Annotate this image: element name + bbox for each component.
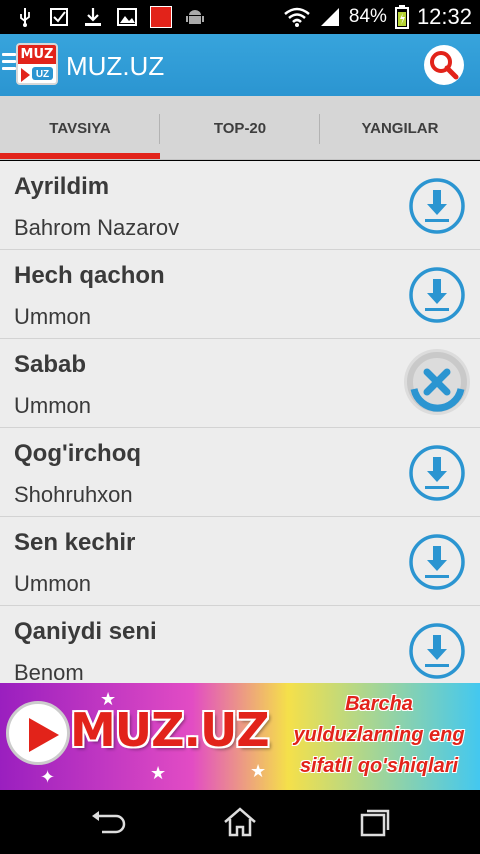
usb-icon xyxy=(20,8,30,27)
list-item[interactable]: Hech qachon Ummon xyxy=(0,250,480,339)
download-icon xyxy=(85,8,101,26)
search-button[interactable] xyxy=(424,45,464,85)
star-icon: ★ xyxy=(150,763,167,783)
list-item[interactable]: Qaniydi seni Benom xyxy=(0,606,480,683)
play-icon xyxy=(21,68,30,82)
app-title: MUZ.UZ xyxy=(66,51,165,81)
logo-bottom-text: UZ xyxy=(32,67,53,80)
star-icon: ✦ xyxy=(40,767,56,787)
list-item[interactable]: Qog'irchoq Shohruhxon xyxy=(0,428,480,517)
cancel-download-button[interactable] xyxy=(404,349,470,415)
download-icon[interactable] xyxy=(408,266,466,324)
song-artist: Bahrom Nazarov xyxy=(14,215,180,240)
list-item[interactable]: Sen kechir Ummon xyxy=(0,517,480,606)
song-title: Hech qachon xyxy=(14,262,165,289)
tab-top-20[interactable]: TOP-20 xyxy=(160,96,320,160)
banner-line-2: yulduzlarning eng xyxy=(293,724,465,746)
recents-icon[interactable] xyxy=(354,806,394,838)
song-artist: Benom xyxy=(14,660,84,683)
download-icon[interactable] xyxy=(408,622,466,680)
app-header: MUZ UZ MUZ.UZ xyxy=(0,34,480,96)
navigation-bar xyxy=(0,790,480,854)
search-icon xyxy=(430,51,459,80)
song-title: Ayrildim xyxy=(14,173,110,200)
wifi-icon xyxy=(284,7,310,27)
clock: 12:32 xyxy=(416,4,472,29)
song-artist: Ummon xyxy=(14,571,92,596)
list-item[interactable]: Sabab Ummon xyxy=(0,339,480,428)
play-icon xyxy=(6,701,70,765)
hamburger-icon[interactable] xyxy=(2,53,16,74)
download-icon[interactable] xyxy=(408,533,466,591)
banner-line-3: sifatli qo'shiqlari xyxy=(299,755,459,777)
download-icon[interactable] xyxy=(408,444,466,502)
muz-app-icon xyxy=(150,6,172,28)
back-icon[interactable] xyxy=(88,806,128,838)
star-icon: ★ xyxy=(250,761,267,781)
android-icon xyxy=(186,10,204,24)
ad-banner[interactable]: ★ ★ ★ ✦ MUZ.UZ Barcha yulduzlarning eng … xyxy=(0,683,480,790)
song-title: Qog'irchoq xyxy=(14,440,142,467)
banner-logo: MUZ.UZ xyxy=(70,703,270,757)
song-title: Sen kechir xyxy=(14,529,136,556)
tab-yangilar[interactable]: YANGILAR xyxy=(320,96,480,160)
download-progress-cancel-icon xyxy=(407,352,467,412)
tab-tavsiya[interactable]: TAVSIYA xyxy=(0,96,160,160)
active-tab-indicator xyxy=(0,153,160,159)
logo-top-text: MUZ xyxy=(18,45,56,64)
home-icon[interactable] xyxy=(220,806,260,838)
app-logo[interactable]: MUZ UZ xyxy=(16,43,58,85)
tab-bar: TAVSIYA TOP-20 YANGILAR xyxy=(0,96,480,160)
song-list[interactable]: Ayrildim Bahrom Nazarov Hech qachon Ummo… xyxy=(0,161,480,683)
banner-slogan: Barcha yulduzlarning eng sifatli qo'shiq… xyxy=(284,689,474,782)
status-bar: 84% 12:32 xyxy=(0,0,480,34)
image-icon xyxy=(117,8,137,26)
song-artist: Ummon xyxy=(14,393,92,418)
checkbox-icon xyxy=(50,8,68,26)
battery-icon xyxy=(394,5,409,29)
list-item[interactable]: Ayrildim Bahrom Nazarov xyxy=(0,161,480,250)
song-title: Qaniydi seni xyxy=(14,618,157,645)
banner-line-1: Barcha xyxy=(345,693,413,715)
song-title: Sabab xyxy=(14,351,87,378)
signal-icon xyxy=(320,8,339,26)
download-icon[interactable] xyxy=(408,177,466,235)
battery-percent: 84% xyxy=(348,6,387,27)
song-artist: Shohruhxon xyxy=(14,482,133,507)
song-artist: Ummon xyxy=(14,304,92,329)
